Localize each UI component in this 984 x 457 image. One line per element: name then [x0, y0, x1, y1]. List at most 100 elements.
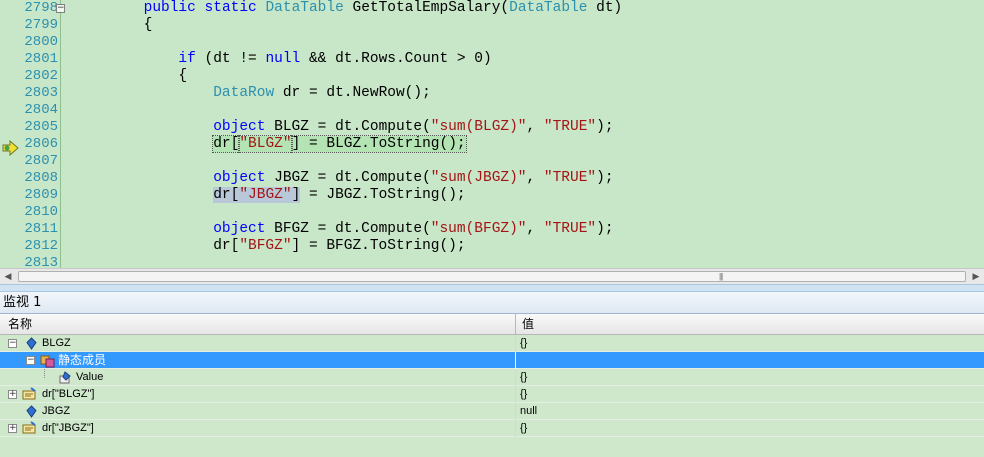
code-token: dr = dt.NewRow(); — [274, 85, 431, 101]
watch-name-cell[interactable]: + dr["BLGZ"] — [0, 386, 516, 403]
code-token: "sum(JBGZ)" — [430, 170, 527, 186]
watch-item-name: Value — [76, 371, 104, 383]
watch-name-cell[interactable]: Value — [0, 369, 516, 386]
scroll-right-icon[interactable]: ▶ — [968, 269, 984, 284]
code-token: static — [204, 0, 257, 16]
code-token: { — [74, 17, 153, 33]
code-lines[interactable]: public static DataTable GetTotalEmpSalar… — [74, 0, 984, 268]
code-line[interactable]: { — [74, 17, 984, 34]
line-number: 2803 — [24, 85, 58, 101]
code-line[interactable]: object JBGZ = dt.Compute("sum(JBGZ)", "T… — [74, 170, 984, 187]
pane-splitter[interactable] — [0, 284, 984, 292]
property-icon — [59, 371, 71, 384]
watch-item-value[interactable]: {} — [520, 386, 527, 403]
line-number: 2798 — [24, 0, 58, 16]
line-number: 2810 — [24, 204, 58, 220]
watch-item-value[interactable]: {} — [520, 335, 527, 352]
watch-item-value[interactable]: {} — [520, 420, 527, 437]
code-token: dr[ — [212, 135, 241, 153]
expand-icon[interactable]: − — [26, 356, 35, 365]
expand-icon[interactable]: + — [8, 424, 17, 433]
static-members-icon — [40, 355, 55, 368]
line-number: 2802 — [24, 68, 58, 84]
code-token: dr[ — [213, 187, 240, 203]
scroll-left-icon[interactable]: ◀ — [0, 269, 16, 284]
code-token: "TRUE" — [543, 221, 597, 237]
field-icon — [26, 337, 37, 350]
code-token: , — [526, 170, 544, 186]
line-number: 2812 — [24, 238, 58, 254]
watch-row-dr-blgz[interactable]: + dr["BLGZ"] {} — [0, 386, 984, 403]
code-token: object — [213, 170, 266, 186]
line-number: 2806 — [24, 136, 58, 152]
indexer-icon — [22, 387, 36, 400]
code-line[interactable] — [74, 102, 984, 119]
code-line[interactable]: public static DataTable GetTotalEmpSalar… — [74, 0, 984, 17]
code-line[interactable]: if (dt != null && dt.Rows.Count > 0) — [74, 51, 984, 68]
watch-item-name: 静态成员 — [58, 353, 107, 367]
watch-name-cell[interactable]: JBGZ — [0, 403, 516, 420]
code-line[interactable]: { — [74, 68, 984, 85]
code-token: object — [213, 119, 266, 135]
line-number: 2808 — [24, 170, 58, 186]
current-statement-arrow-icon — [2, 140, 19, 156]
code-token: ] = BFGZ.ToString(); — [291, 238, 466, 254]
watch-item-value[interactable]: {} — [520, 369, 527, 386]
watch-row-jbgz[interactable]: JBGZ null — [0, 403, 984, 420]
code-line[interactable]: dr["BLGZ"] = BLGZ.ToString(); — [74, 135, 984, 153]
code-line[interactable] — [74, 204, 984, 221]
code-editor[interactable]: 2798 2799 2800 2801 2802 2803 2804 2805 2806 2807… — [0, 0, 984, 268]
code-token: { — [74, 68, 188, 84]
watch-name-cell[interactable]: + dr["JBGZ"] — [0, 420, 516, 437]
scrollbar-thumb[interactable]: ||| — [18, 271, 966, 282]
indexer-icon — [22, 421, 36, 434]
watch-item-name: dr["JBGZ"] — [42, 422, 94, 434]
code-token: (dt != — [195, 51, 266, 67]
watch-row-value[interactable]: Value {} — [0, 369, 984, 386]
column-header-name[interactable]: 名称 — [0, 314, 516, 335]
code-line[interactable]: DataRow dr = dt.NewRow(); — [74, 85, 984, 102]
code-line[interactable]: object BFGZ = dt.Compute("sum(BFGZ)", "T… — [74, 221, 984, 238]
line-number: 2801 — [24, 51, 58, 67]
code-token: = JBGZ.ToString(); — [300, 187, 466, 203]
code-token: BFGZ = dt.Compute( — [265, 221, 431, 237]
line-number: 2800 — [24, 34, 58, 50]
watch-row-dr-jbgz[interactable]: + dr["JBGZ"] {} — [0, 420, 984, 437]
expand-icon[interactable]: − — [8, 339, 17, 348]
code-line[interactable]: object BLGZ = dt.Compute("sum(BLGZ)", "T… — [74, 119, 984, 136]
line-number: 2799 — [24, 17, 58, 33]
breakpoint-gutter[interactable] — [0, 0, 22, 268]
watch-name-cell[interactable]: − 静态成员 — [0, 352, 516, 369]
column-header-value[interactable]: 值 — [516, 314, 984, 335]
line-number: 2809 — [24, 187, 58, 203]
watch-name-cell[interactable]: − BLGZ — [0, 335, 516, 352]
code-token: DataTable — [509, 0, 588, 16]
code-token: ); — [596, 170, 614, 186]
code-token: ] = BLGZ.ToString(); — [290, 135, 467, 153]
code-line[interactable]: dr["JBGZ"] = JBGZ.ToString(); — [74, 187, 984, 204]
code-token: public — [143, 0, 196, 16]
code-line[interactable] — [74, 153, 984, 170]
expand-icon[interactable]: + — [8, 390, 17, 399]
code-line[interactable] — [74, 34, 984, 51]
watch-row-static-members[interactable]: − 静态成员 — [0, 352, 984, 369]
code-line[interactable]: dr["BFGZ"] = BFGZ.ToString(); — [74, 238, 984, 255]
watch-window-title: 监视 1 — [0, 292, 984, 314]
watch-item-value[interactable]: null — [520, 403, 537, 420]
watch-row-blgz[interactable]: − BLGZ {} — [0, 335, 984, 352]
code-token: GetTotalEmpSalary( — [343, 0, 510, 16]
line-number: 2805 — [24, 119, 58, 135]
watch-column-header: 名称 值 — [0, 314, 984, 335]
code-line[interactable] — [74, 255, 984, 268]
code-token: dr[ — [74, 238, 240, 254]
collapse-method-icon[interactable]: − — [56, 4, 65, 13]
horizontal-scrollbar[interactable]: ◀ ||| ▶ — [0, 268, 984, 284]
code-token: "sum(BFGZ)" — [430, 221, 527, 237]
